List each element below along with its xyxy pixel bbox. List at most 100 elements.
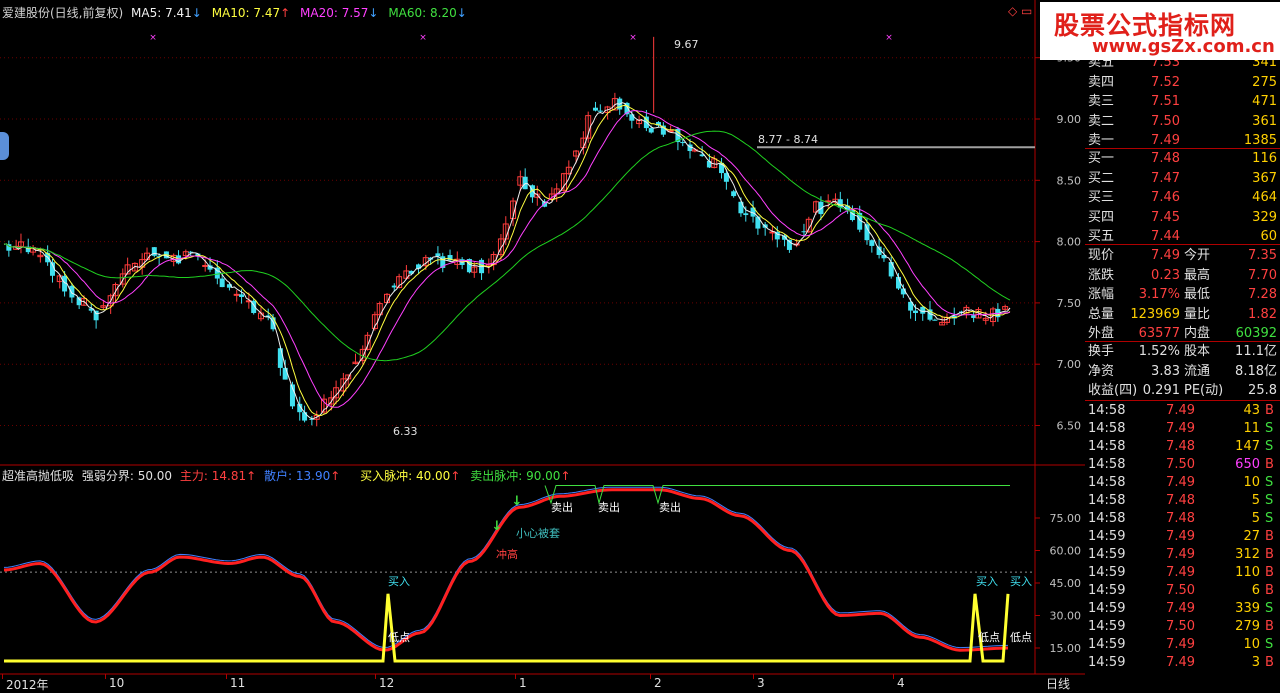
quote-label: 涨幅 (1088, 287, 1115, 302)
tick-volume: 650 (1235, 457, 1260, 472)
tick-time: 14:58 (1088, 511, 1126, 526)
period-label[interactable]: 日线 (1046, 675, 1070, 692)
tick-side: S (1265, 637, 1274, 652)
tick-volume: 339 (1235, 601, 1260, 616)
tick-volume: 312 (1235, 547, 1260, 562)
date-tick (650, 674, 651, 679)
tick-row: 14:58 7.48 5 S (1085, 510, 1280, 528)
candle-body (801, 231, 807, 233)
bid-row: 买四 7.45 329 (1085, 209, 1280, 227)
chart-scroll-handle[interactable] (0, 132, 9, 160)
site-logo: 股票公式指标网 www.gsZx.com.cn (1040, 2, 1280, 60)
date-tick (893, 674, 894, 679)
date-tick (753, 674, 754, 679)
low-label: 6.33 (393, 425, 418, 438)
tick-row: 14:59 7.49 110 B (1085, 564, 1280, 582)
candle-body (239, 294, 245, 298)
bid-volume: 116 (1252, 151, 1277, 166)
ask-price: 7.52 (1151, 74, 1180, 90)
stock-name: 爱建股份(日线,前复权) (2, 6, 124, 20)
careful-label: 小心被套 (516, 527, 560, 540)
main-force-line (3, 488, 1009, 652)
candle-body (971, 315, 977, 318)
sell-pulse-label: 卖出脉冲: 90.00 (470, 469, 561, 483)
tick-row: 14:58 7.48 147 S (1085, 438, 1280, 456)
quote-row: 现价 7.49 今开 7.35 (1085, 247, 1280, 265)
candle-body (69, 285, 75, 298)
date-axis-label: 11 (230, 676, 246, 690)
fundamental-label: 流通 (1184, 363, 1211, 379)
tick-time: 14:59 (1088, 583, 1126, 598)
ind-axis-label: 15.00 (1050, 642, 1082, 655)
tick-price: 7.48 (1166, 493, 1195, 508)
price-axis-label: 9.00 (1057, 113, 1082, 126)
range-label: 8.77 - 8.74 (758, 133, 818, 146)
quote-value: 7.28 (1248, 287, 1277, 302)
quote-row: 总量 123969 量比 1.82 (1085, 306, 1280, 324)
corner-icons[interactable]: ◇ ▭ (1008, 4, 1032, 18)
candle-body (233, 293, 240, 296)
tick-volume: 27 (1243, 529, 1260, 544)
date-axis-label: 2 (654, 676, 662, 690)
tick-volume: 10 (1243, 475, 1260, 490)
tick-time: 14:58 (1088, 475, 1126, 490)
ma5-label: MA5: 7.41 (131, 6, 192, 20)
kline-chart[interactable]: 9.509.008.508.007.507.006.5075.0060.0045… (0, 0, 1085, 690)
candle-body (592, 107, 598, 111)
bid-volume: 464 (1252, 190, 1277, 205)
tick-time: 14:58 (1088, 421, 1126, 436)
price-axis-label: 8.00 (1057, 236, 1082, 249)
bid-price: 7.45 (1151, 209, 1180, 225)
tick-volume: 43 (1243, 403, 1260, 418)
quote-label: 今开 (1184, 248, 1211, 263)
tick-price: 7.48 (1166, 511, 1195, 526)
tick-time: 14:58 (1088, 493, 1126, 508)
bid-label: 买一 (1088, 151, 1115, 166)
tick-row: 14:59 7.49 10 S (1085, 636, 1280, 654)
candle-body (93, 310, 99, 321)
quote-row: 涨幅 3.17% 最低 7.28 (1085, 286, 1280, 304)
candle-body (731, 191, 737, 197)
date-axis-label: 1 (519, 676, 527, 690)
fundamental-value: 25.8 (1248, 383, 1277, 398)
date-tick (105, 674, 106, 679)
down-arrow-icon: ↓ (512, 494, 523, 509)
quote-label: 总量 (1088, 306, 1115, 322)
top-marker: × (419, 33, 427, 43)
ask-volume: 361 (1252, 113, 1277, 129)
ind-axis-label: 75.00 (1050, 512, 1082, 525)
quote-label: 最高 (1184, 267, 1211, 283)
tick-side: S (1265, 439, 1274, 454)
ma60-line (3, 130, 1011, 362)
panel-separator (1085, 400, 1280, 401)
bid-price: 7.47 (1151, 170, 1180, 186)
top-marker: × (629, 33, 637, 43)
top-marker: × (885, 33, 893, 43)
ask-label: 卖二 (1088, 113, 1115, 129)
tick-time: 14:59 (1088, 601, 1126, 616)
tick-price: 7.49 (1166, 421, 1195, 436)
tick-time: 14:58 (1088, 439, 1126, 454)
ask-row: 卖四 7.52 275 (1085, 74, 1280, 92)
quote-value: 7.35 (1248, 248, 1277, 263)
candle-body (818, 201, 824, 215)
candle-body (680, 142, 686, 144)
bid-price: 7.48 (1151, 151, 1180, 166)
tick-volume: 5 (1251, 493, 1260, 508)
tick-price: 7.49 (1166, 565, 1195, 580)
tick-price: 7.49 (1166, 529, 1195, 544)
ask-volume: 471 (1252, 94, 1277, 109)
tick-price: 7.49 (1166, 403, 1195, 418)
quote-panel: 卖五 7.53 341 卖四 7.52 275 卖三 7.51 471 卖二 7.50 361 卖一 7.… (1085, 0, 1280, 690)
tick-row: 14:58 7.50 650 B (1085, 456, 1280, 474)
quote-value: 0.23 (1151, 267, 1180, 283)
ind-axis-label: 45.00 (1050, 577, 1082, 590)
ma20-label: MA20: 7.57 (300, 6, 369, 20)
retail-line (3, 486, 1009, 649)
main-force-label: 主力: 14.81 (179, 469, 247, 483)
candle-body (435, 253, 441, 257)
tick-side: B (1265, 547, 1274, 562)
date-tick (226, 674, 227, 679)
bid-label: 买二 (1088, 170, 1115, 186)
top-marker: × (149, 33, 157, 43)
